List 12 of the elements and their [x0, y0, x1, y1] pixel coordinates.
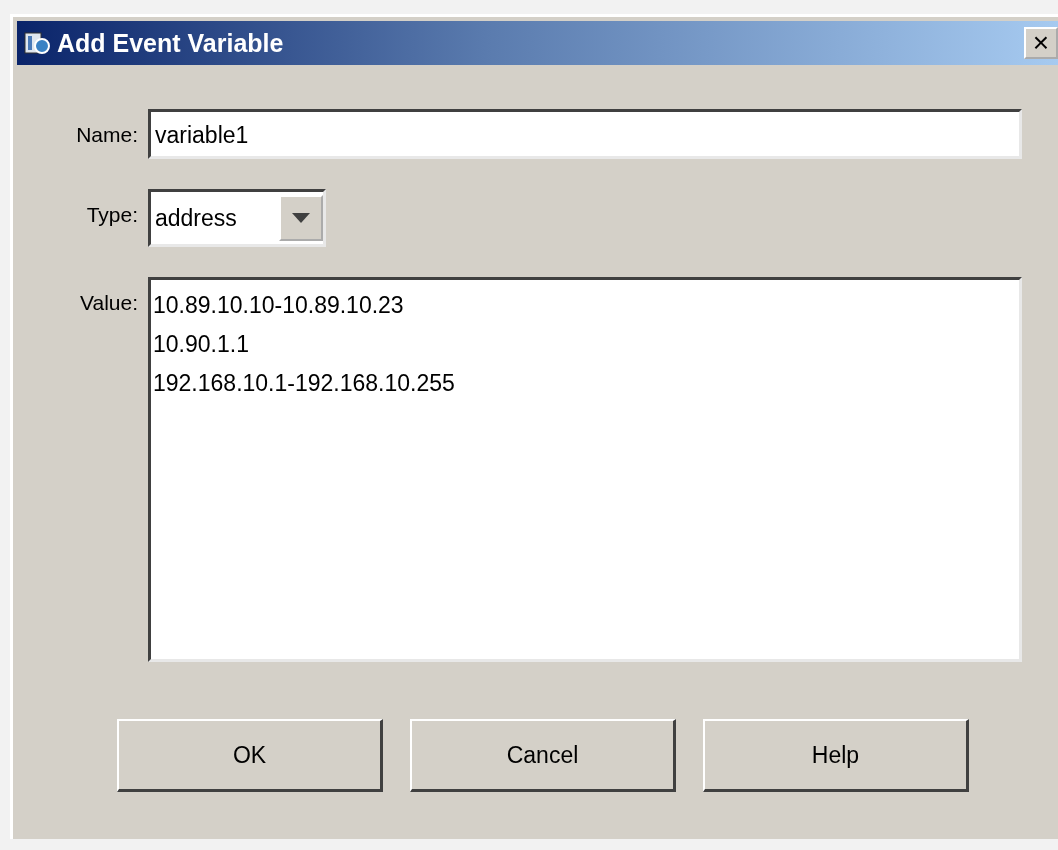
dialog-button[interactable]: Cancel [410, 719, 676, 792]
name-label: Name: [76, 122, 139, 147]
type-dropdown[interactable]: address [148, 189, 326, 247]
name-field[interactable]: variable1 [148, 109, 1022, 159]
close-button[interactable]: × [1024, 27, 1058, 59]
type-label: Type: [86, 202, 139, 227]
dialog-button[interactable]: Help [703, 719, 969, 792]
value-text-area[interactable]: 10.89.10.10-10.89.10.23 10.90.1.1 192.168.10.1-192.168.10.255 [148, 277, 1022, 662]
dialog-button[interactable]: OK [117, 719, 383, 792]
app-icon [23, 29, 51, 57]
window-title: Add Event Variable [57, 28, 284, 58]
value-label: Value: [80, 290, 139, 315]
